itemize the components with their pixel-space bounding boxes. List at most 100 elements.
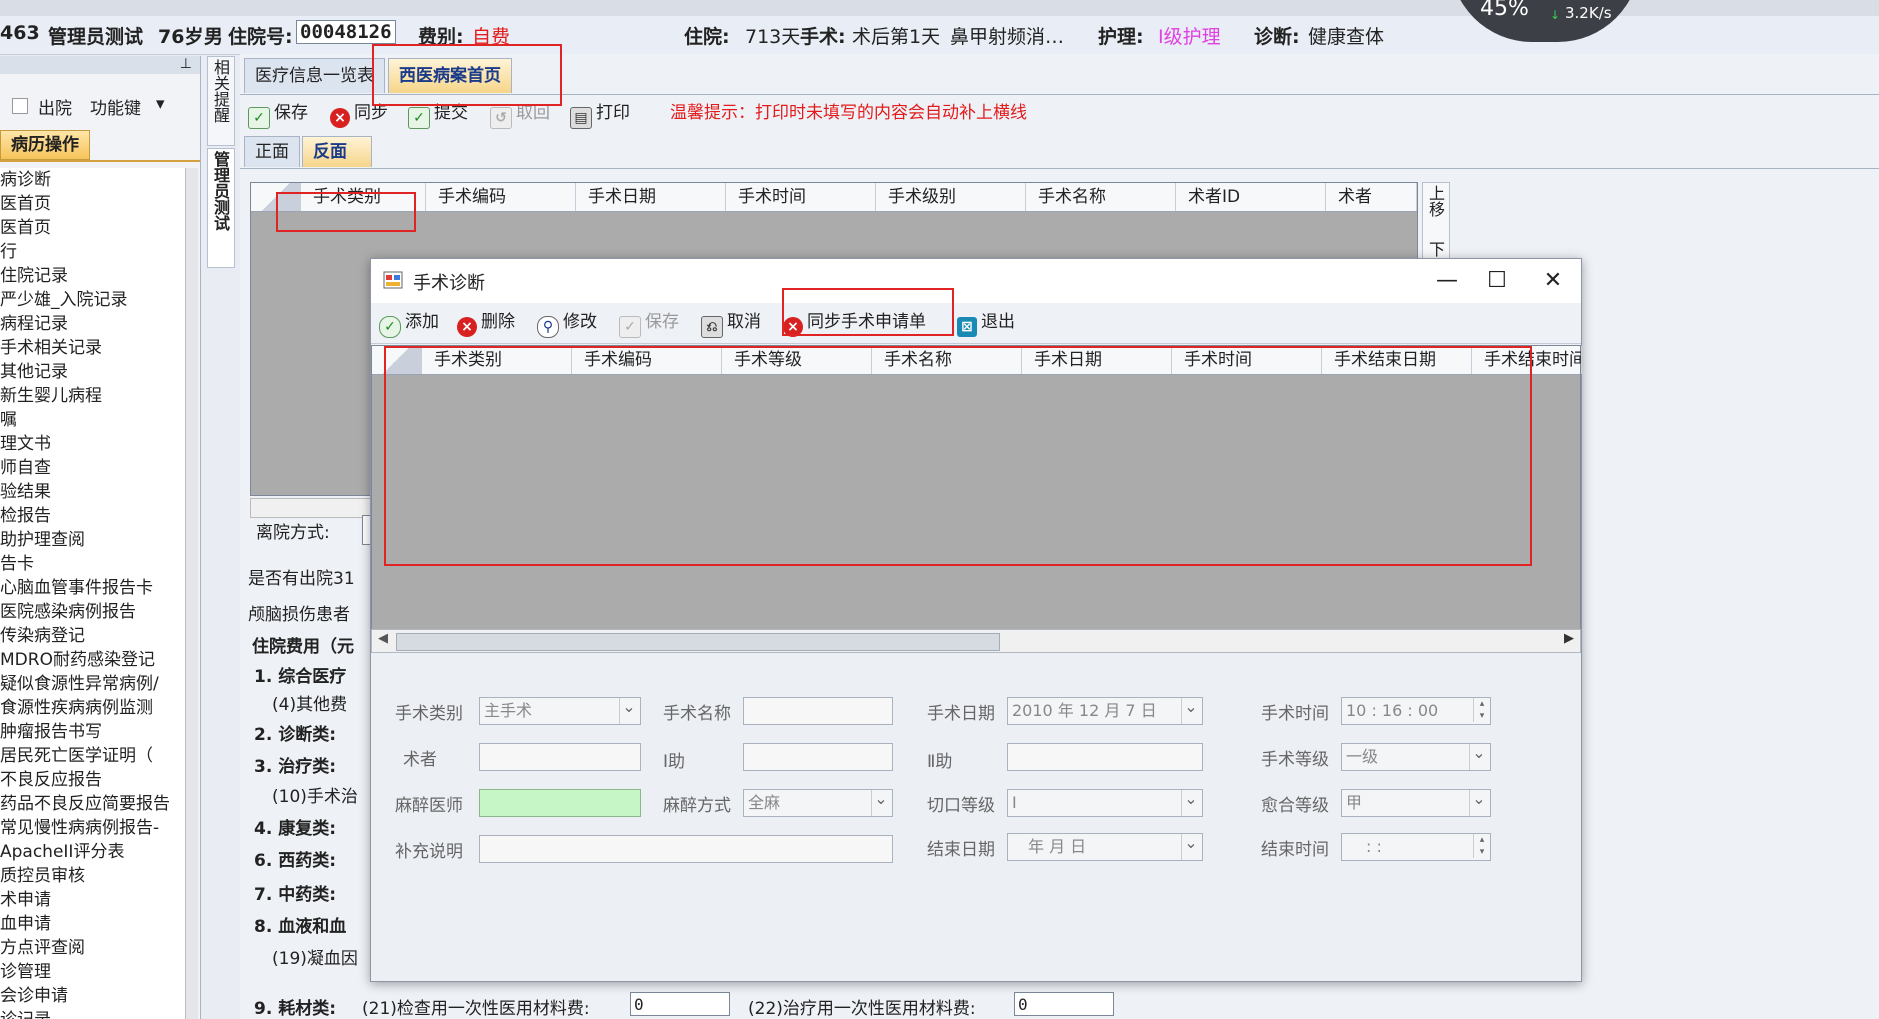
list-item[interactable]: 其他记录 [0,360,190,384]
surgery-label: 手术: [800,26,846,48]
list-item[interactable]: 检报告 [0,504,190,528]
list-item[interactable]: 理文书 [0,432,190,456]
tab-medical-record-ops[interactable]: 病历操作 [0,130,90,160]
minimize-icon[interactable]: — [1427,267,1467,295]
list-item[interactable]: 疑似食源性异常病例/ [0,672,190,696]
edit-button[interactable]: ⚲ 修改 [537,309,597,338]
surgery-date-picker[interactable]: 2010 年 12 月 7 日 [1007,697,1203,725]
list-item[interactable]: 肿瘤报告书写 [0,720,190,744]
list-item[interactable]: ApacheII评分表 [0,840,190,864]
scroll-thumb[interactable] [396,633,1000,651]
surgery-name-input[interactable] [743,697,893,725]
list-item[interactable]: 诊记录 [0,1008,190,1019]
list-item[interactable]: 诊管理 [0,960,190,984]
column-header[interactable]: 术者 [1326,183,1417,211]
list-item[interactable]: 医首页 [0,216,190,240]
maximize-icon[interactable]: ☐ [1477,267,1517,295]
list-item[interactable]: 心脑血管事件报告卡 [0,576,190,600]
dialog-save-button[interactable]: ✓ 保存 [619,309,679,338]
column-header[interactable]: 手术级别 [876,183,1026,211]
incision-level-select[interactable]: Ⅰ [1007,789,1203,817]
left-panel-tabbar: 病历操作 [0,130,200,162]
move-up-button[interactable]: 上移 [1423,185,1447,217]
list-item[interactable]: 血申请 [0,912,190,936]
list-item[interactable]: 传染病登记 [0,624,190,648]
function-keys-dropdown[interactable]: 功能键 [90,94,141,119]
supplement-input[interactable] [479,835,893,863]
list-item[interactable]: 助护理查阅 [0,528,190,552]
list-item[interactable]: 食源性疾病病例监测 [0,696,190,720]
pin-icon[interactable]: ⊥ [180,56,192,72]
annotation-box-grid [384,346,1532,566]
assistant2-input[interactable] [1007,743,1203,771]
list-item[interactable]: 质控员审核 [0,864,190,888]
list-item[interactable]: 病程记录 [0,312,190,336]
save-button[interactable]: ✓ 保存 [248,100,308,129]
record-tree-list: 病诊断 医首页 医首页行住院记录 严少雄_入院记录 病程记录 手术相关记录 其他记录 新生婴儿… [0,168,190,1019]
add-button[interactable]: ✓ 添加 [379,309,439,338]
surgery-date-label: 手术日期 [927,704,995,724]
list-item[interactable]: 师自查 [0,456,190,480]
surgery-type-select[interactable]: 主手术 [479,697,641,725]
column-header[interactable]: 手术名称 [1026,183,1176,211]
close-icon[interactable]: ✕ [1533,267,1573,295]
left-panel-scrollbar[interactable] [185,168,198,1019]
list-item[interactable]: MDRO耐药感染登记 [0,648,190,672]
tab-related-reminders[interactable]: 相关提醒 [207,56,235,146]
list-item[interactable]: 告卡 [0,552,190,576]
list-item[interactable]: 验结果 [0,480,190,504]
dialog-toolbar: ✓ 添加 × 删除 ⚲ 修改 ✓ 保存 ⎌ 取消 × 同步手术申请单 ⊠ 退出 [371,303,1581,344]
tab-back-side[interactable]: 反面 [302,136,372,167]
dialog-table-scrollbar[interactable]: ◀ ▶ [371,629,1581,653]
list-item[interactable]: 手术相关记录 [0,336,190,360]
column-header[interactable]: 手术日期 [576,183,726,211]
surgery-level-select[interactable]: 一级 [1341,743,1491,771]
list-item[interactable]: 病诊断 [0,168,190,192]
anesthetist-input[interactable] [479,789,641,817]
end-time-stepper[interactable]: : : [1341,833,1491,861]
surgery-time-stepper[interactable]: 10 : 16 : 00 [1341,697,1491,725]
list-item[interactable]: 术申请 [0,888,190,912]
reminders-tab-label: 相关提醒 [211,59,230,123]
list-item[interactable]: 严少雄_入院记录 [0,288,190,312]
left-panel-header: ⊥ [0,56,200,74]
list-item[interactable]: 会诊申请 [0,984,190,1008]
list-item[interactable]: 医院感染病例报告 [0,600,190,624]
anesthesia-method-select[interactable]: 全麻 [743,789,893,817]
list-item[interactable]: 药品不良反应简要报告 [0,792,190,816]
discharge-checkbox[interactable] [12,98,28,114]
dialog-titlebar[interactable]: 手术诊断 — ☐ ✕ [371,259,1581,303]
assistant1-label: Ⅰ助 [663,752,686,772]
list-item[interactable]: 新生婴儿病程 [0,384,190,408]
end-date-picker[interactable]: 年 月 日 [1007,833,1203,861]
healing-level-select[interactable]: 甲 [1341,789,1491,817]
tab-medical-info-overview[interactable]: 医疗信息一览表 [244,58,385,93]
list-item[interactable]: 行 [0,240,190,264]
list-item[interactable]: 常见慢性病病例报告- [0,816,190,840]
scroll-right-icon[interactable]: ▶ [1564,631,1574,646]
anesthesia-method-label: 麻醉方式 [663,796,731,816]
list-item[interactable]: 居民死亡医学证明（ [0,744,190,768]
scroll-left-icon[interactable]: ◀ [378,631,388,646]
list-item[interactable]: 医首页 [0,192,190,216]
exit-icon: ⊠ [957,317,977,337]
surgeon-input[interactable] [479,743,641,771]
move-down-button[interactable]: 下 [1423,241,1447,257]
list-item[interactable]: 嘱 [0,408,190,432]
column-header[interactable]: 术者ID [1176,183,1326,211]
tab-front-side[interactable]: 正面 [244,136,300,167]
print-button[interactable]: ▤ 打印 [570,100,630,129]
dialog-cancel-button[interactable]: ⎌ 取消 [701,309,761,338]
list-item[interactable]: 住院记录 [0,264,190,288]
assistant1-input[interactable] [743,743,893,771]
tab-admin-test[interactable]: 管理员测试 [207,148,235,268]
exit-button[interactable]: ⊠ 退出 [957,309,1015,337]
delete-button[interactable]: × 删除 [457,309,515,337]
fee-treat-material-input[interactable]: 0 [1014,992,1114,1016]
fee-check-material-input[interactable]: 0 [630,992,730,1016]
chevron-down-icon[interactable]: ▾ [156,94,165,114]
column-header[interactable]: 手术编码 [426,183,576,211]
list-item[interactable]: 方点评查阅 [0,936,190,960]
list-item[interactable]: 不良反应报告 [0,768,190,792]
column-header[interactable]: 手术时间 [726,183,876,211]
